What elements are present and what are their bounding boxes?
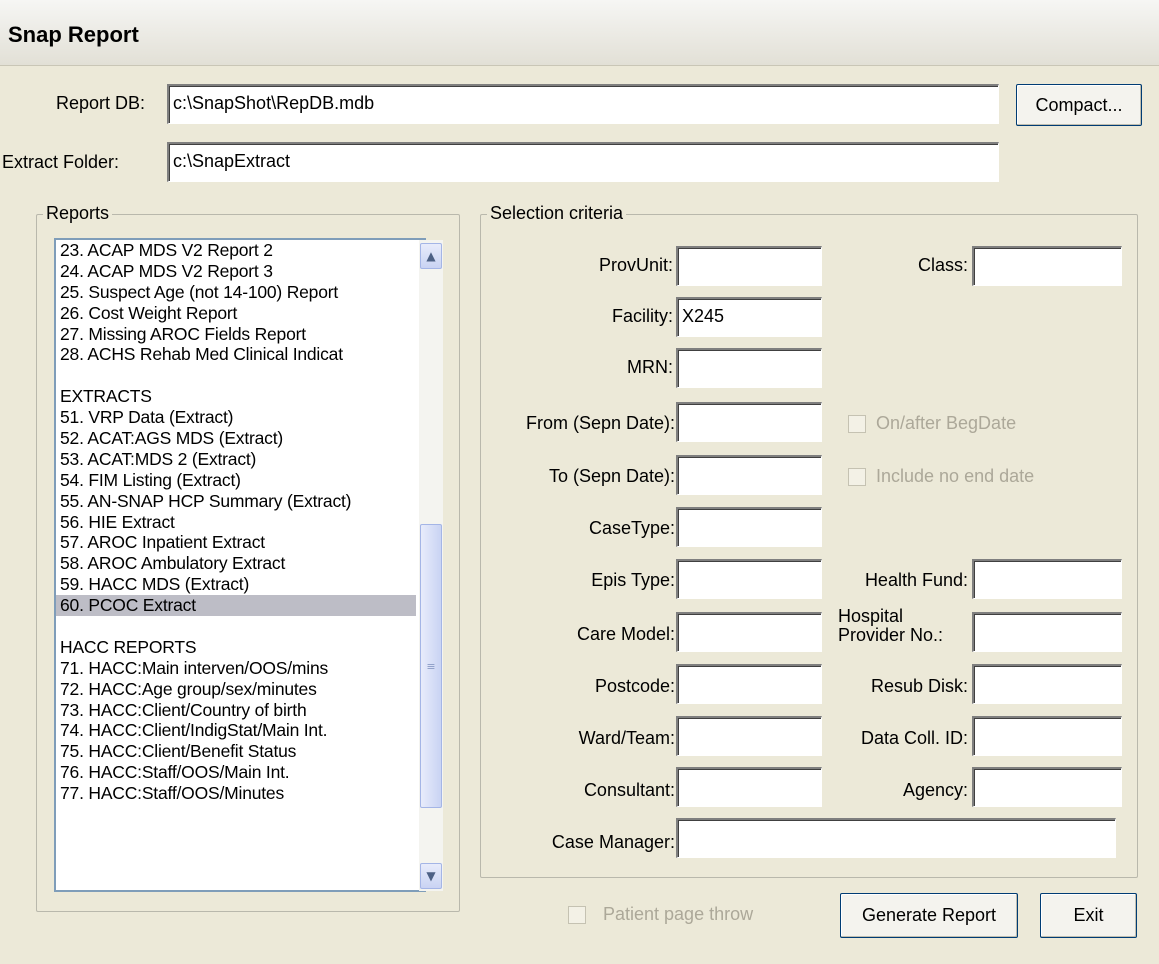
- generate-report-button[interactable]: Generate Report: [840, 893, 1018, 938]
- list-item[interactable]: 59. HACC MDS (Extract): [56, 574, 416, 595]
- health-fund-field[interactable]: [972, 559, 1122, 599]
- agency-label: Agency:: [902, 780, 968, 800]
- postcode-label: Postcode:: [594, 676, 675, 696]
- list-item[interactable]: 72. HACC:Age group/sex/minutes: [56, 679, 416, 700]
- provunit-field[interactable]: [676, 246, 822, 286]
- list-item[interactable]: 51. VRP Data (Extract): [56, 407, 416, 428]
- extract-folder-input[interactable]: c:\SnapExtract: [167, 142, 999, 182]
- ward-team-label: Ward/Team:: [578, 728, 675, 748]
- agency-field[interactable]: [972, 767, 1122, 807]
- data-coll-id-label: Data Coll. ID:: [860, 728, 968, 748]
- list-item[interactable]: EXTRACTS: [56, 386, 416, 407]
- list-item[interactable]: 57. AROC Inpatient Extract: [56, 532, 416, 553]
- casetype-label: CaseType:: [588, 518, 675, 538]
- from-date-label: From (Sepn Date):: [525, 413, 675, 433]
- to-date-label: To (Sepn Date):: [548, 466, 675, 486]
- case-manager-field[interactable]: [676, 818, 1116, 858]
- provunit-label: ProvUnit:: [598, 255, 673, 275]
- list-item[interactable]: 60. PCOC Extract: [56, 595, 416, 617]
- epis-type-label: Epis Type:: [591, 570, 675, 590]
- scroll-up-icon[interactable]: ▲: [420, 243, 442, 269]
- scroll-down-icon[interactable]: ▼: [420, 863, 442, 889]
- care-model-label: Care Model:: [576, 624, 675, 644]
- care-model-field[interactable]: [676, 612, 822, 652]
- list-item[interactable]: 23. ACAP MDS V2 Report 2: [56, 240, 416, 261]
- hospital-provider-label-line2: Provider No.:: [838, 625, 944, 645]
- class-field[interactable]: [972, 246, 1122, 286]
- list-item[interactable]: 58. AROC Ambulatory Extract: [56, 553, 416, 574]
- mrn-field[interactable]: [676, 348, 822, 388]
- compact-button[interactable]: Compact...: [1016, 84, 1142, 126]
- selection-criteria-legend: Selection criteria: [487, 203, 627, 224]
- onafter-checkbox[interactable]: [848, 415, 866, 433]
- epis-type-field[interactable]: [676, 559, 822, 599]
- list-item[interactable]: 27. Missing AROC Fields Report: [56, 324, 416, 345]
- reports-listbox[interactable]: 23. ACAP MDS V2 Report 2 24. ACAP MDS V2 …: [54, 238, 426, 892]
- from-date-field[interactable]: [676, 402, 822, 442]
- patient-page-throw-label: Patient page throw: [603, 904, 754, 924]
- health-fund-label: Health Fund:: [864, 570, 968, 590]
- patient-page-throw-checkbox[interactable]: [568, 906, 586, 924]
- facility-field[interactable]: X245: [676, 297, 822, 337]
- resub-disk-field[interactable]: [972, 664, 1122, 704]
- hospital-provider-label: Hospital Provider No.:: [838, 607, 943, 645]
- list-item[interactable]: 28. ACHS Rehab Med Clinical Indicat: [56, 344, 416, 365]
- ward-team-field[interactable]: [676, 716, 822, 756]
- list-item[interactable]: 55. AN-SNAP HCP Summary (Extract): [56, 491, 416, 512]
- list-item[interactable]: 54. FIM Listing (Extract): [56, 470, 416, 491]
- to-date-field[interactable]: [676, 455, 822, 495]
- list-item[interactable]: 76. HACC:Staff/OOS/Main Int.: [56, 762, 416, 783]
- case-manager-label: Case Manager:: [551, 832, 675, 852]
- mrn-label: MRN:: [627, 357, 673, 377]
- reports-list: 23. ACAP MDS V2 Report 2 24. ACAP MDS V2 …: [56, 240, 416, 804]
- list-item[interactable]: 52. ACAT:AGS MDS (Extract): [56, 428, 416, 449]
- no-end-date-checkbox[interactable]: [848, 468, 866, 486]
- list-item[interactable]: 24. ACAP MDS V2 Report 3: [56, 261, 416, 282]
- reports-legend: Reports: [43, 203, 113, 224]
- class-label: Class:: [917, 255, 968, 275]
- list-item[interactable]: [56, 365, 416, 386]
- list-item[interactable]: HACC REPORTS: [56, 637, 416, 658]
- exit-button[interactable]: Exit: [1040, 893, 1137, 938]
- list-item[interactable]: 77. HACC:Staff/OOS/Minutes: [56, 783, 416, 804]
- list-item[interactable]: 71. HACC:Main interven/OOS/mins: [56, 658, 416, 679]
- list-item[interactable]: 73. HACC:Client/Country of birth: [56, 700, 416, 721]
- resub-disk-label: Resub Disk:: [870, 676, 968, 696]
- consultant-field[interactable]: [676, 767, 822, 807]
- scroll-thumb[interactable]: ≡: [420, 524, 442, 808]
- onafter-label: On/after BegDate: [876, 413, 1017, 433]
- hospital-provider-field[interactable]: [972, 612, 1122, 652]
- casetype-field[interactable]: [676, 507, 822, 547]
- window-title: Snap Report: [8, 22, 139, 47]
- list-item[interactable]: 25. Suspect Age (not 14-100) Report: [56, 282, 416, 303]
- report-db-label: Report DB:: [56, 93, 146, 113]
- list-item[interactable]: 56. HIE Extract: [56, 512, 416, 533]
- facility-label: Facility:: [611, 306, 673, 326]
- postcode-field[interactable]: [676, 664, 822, 704]
- list-item[interactable]: 75. HACC:Client/Benefit Status: [56, 741, 416, 762]
- list-item[interactable]: 53. ACAT:MDS 2 (Extract): [56, 449, 416, 470]
- consultant-label: Consultant:: [583, 780, 675, 800]
- title-bar: Snap Report: [0, 0, 1159, 66]
- list-item[interactable]: 74. HACC:Client/IndigStat/Main Int.: [56, 720, 416, 741]
- list-item[interactable]: 26. Cost Weight Report: [56, 303, 416, 324]
- hospital-provider-label-line1: Hospital: [838, 606, 904, 626]
- no-end-date-label: Include no end date: [876, 466, 1035, 486]
- extract-folder-label: Extract Folder:: [2, 152, 120, 172]
- list-item[interactable]: [56, 616, 416, 637]
- report-db-input[interactable]: c:\SnapShot\RepDB.mdb: [167, 84, 999, 124]
- data-coll-id-field[interactable]: [972, 716, 1122, 756]
